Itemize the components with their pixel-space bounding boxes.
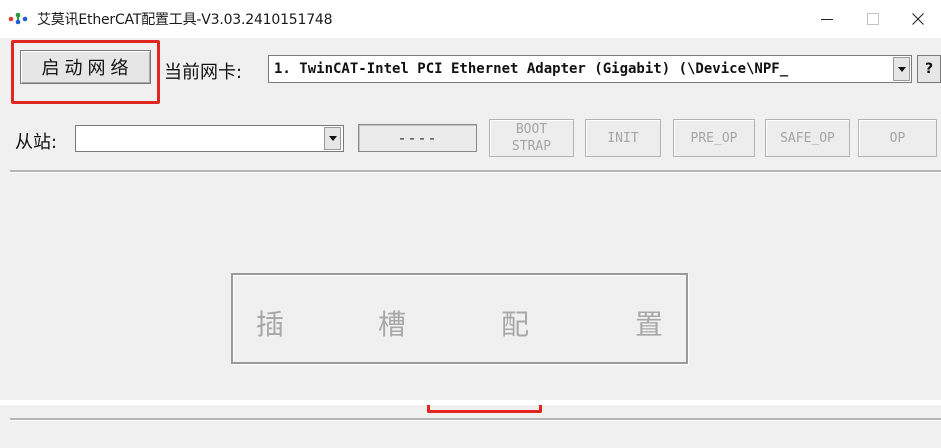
minimize-button[interactable] <box>804 0 850 38</box>
start-network-button[interactable]: 启动网络 <box>20 50 151 84</box>
slave-dropdown[interactable] <box>75 125 344 152</box>
safe-op-button[interactable]: SAFE_OP <box>765 119 850 157</box>
pre-op-button[interactable]: PRE_OP <box>673 119 755 157</box>
close-icon <box>912 13 924 25</box>
window-title: 艾莫讯EtherCAT配置工具-V3.03.2410151748 <box>37 12 333 28</box>
slot-config-button[interactable]: 插 槽 配 置 <box>231 273 688 364</box>
slot-label-char: 槽 <box>378 308 407 341</box>
nic-dropdown[interactable]: 1. TwinCAT-Intel PCI Ethernet Adapter (G… <box>268 55 912 83</box>
highlight-annotation-lower <box>427 405 542 413</box>
close-button[interactable] <box>895 0 941 38</box>
slot-label-char: 插 <box>256 308 285 341</box>
title-bar[interactable]: 艾莫讯EtherCAT配置工具-V3.03.2410151748 <box>0 0 941 38</box>
init-button[interactable]: INIT <box>585 119 661 157</box>
slave-state-field: ---- <box>358 124 477 152</box>
app-dots-icon <box>8 12 28 25</box>
divider <box>10 170 941 173</box>
maximize-button[interactable] <box>850 0 896 38</box>
chevron-down-icon <box>897 66 906 72</box>
slot-label-char: 配 <box>501 308 530 341</box>
boot-strap-button[interactable]: BOOT STRAP <box>489 119 574 157</box>
op-button[interactable]: OP <box>858 119 937 157</box>
app-window: 艾莫讯EtherCAT配置工具-V3.03.2410151748 启动网络 当前… <box>0 0 941 448</box>
boot-strap-label-line1: BOOT <box>515 122 548 137</box>
chevron-down-icon <box>328 136 337 141</box>
nic-label: 当前网卡: <box>164 62 243 83</box>
slave-label: 从站: <box>15 132 58 153</box>
divider <box>10 418 941 421</box>
nic-selected-value: 1. TwinCAT-Intel PCI Ethernet Adapter (G… <box>274 61 789 77</box>
help-button[interactable]: ? <box>917 55 941 83</box>
minimize-icon <box>821 19 833 20</box>
boot-strap-label-line2: STRAP <box>511 139 552 154</box>
maximize-icon <box>867 13 879 25</box>
slot-label-char: 置 <box>635 308 664 341</box>
slave-dropdown-arrow[interactable] <box>324 127 341 150</box>
dropdown-arrow-button[interactable] <box>893 57 910 81</box>
